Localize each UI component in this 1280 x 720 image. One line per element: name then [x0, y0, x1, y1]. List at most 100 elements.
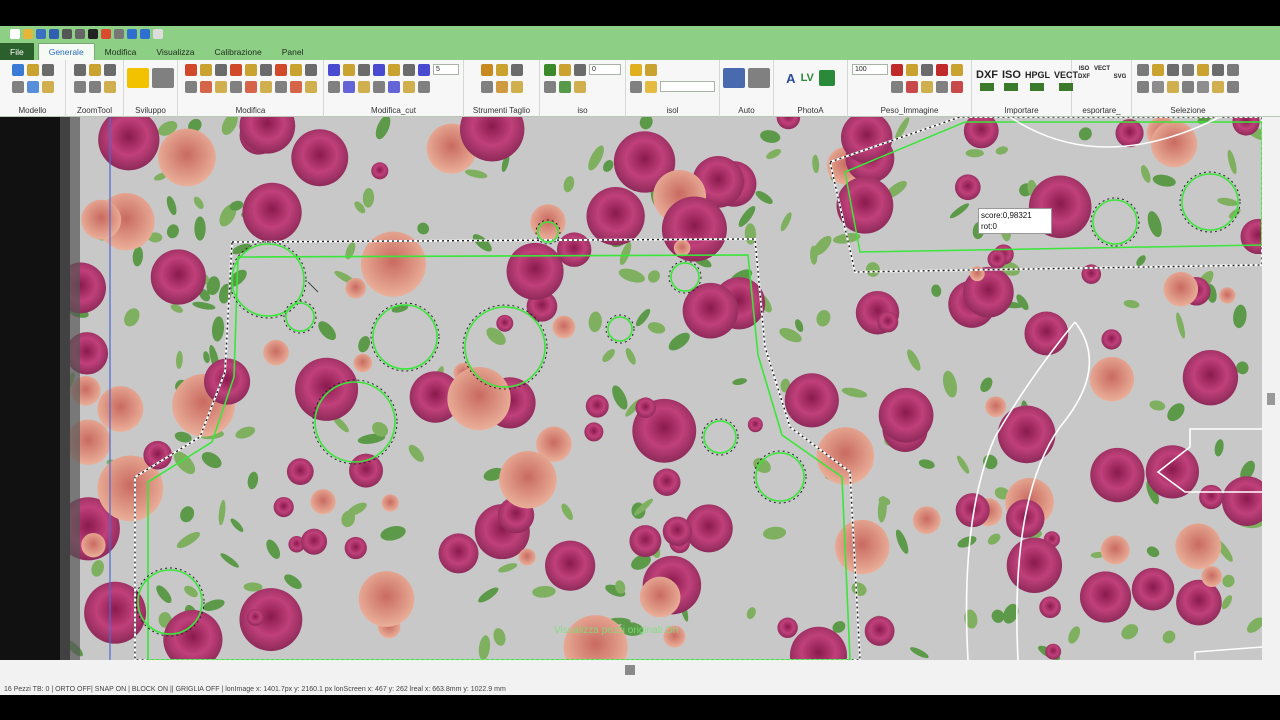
selezione-tool-13-icon[interactable]: [1227, 64, 1239, 76]
import-hpgl-button[interactable]: HPGL: [1025, 69, 1050, 91]
export-dxf-button[interactable]: DXF: [1076, 74, 1092, 80]
selezione-tool-8-icon[interactable]: [1182, 81, 1194, 93]
auto-tool-2-icon[interactable]: [748, 68, 770, 88]
modello-tool-4-icon[interactable]: [26, 81, 39, 93]
peso_immagine-tool-6-icon[interactable]: [921, 81, 933, 93]
selezione-tool-6-icon[interactable]: [1167, 81, 1179, 93]
help-icon[interactable]: [140, 29, 150, 39]
strumenti_taglio-tool-2-icon[interactable]: [480, 81, 493, 93]
peso_immagine-tool-5-icon[interactable]: [921, 64, 933, 76]
strumenti_taglio-tool-1-icon[interactable]: [480, 64, 493, 76]
modello-tool-5-icon[interactable]: [41, 64, 54, 76]
iso-tool-1-icon[interactable]: [544, 64, 556, 76]
peso_immagine-tool-2-icon[interactable]: [891, 81, 903, 93]
flag-icon[interactable]: [88, 29, 98, 39]
import-dxf-button[interactable]: DXF: [976, 69, 998, 91]
iso-tool-6-icon[interactable]: [574, 81, 586, 93]
tab-panel[interactable]: Panel: [272, 43, 314, 60]
modifica-tool-7-icon[interactable]: [229, 64, 242, 76]
modifica_cut-tool-11-icon[interactable]: [403, 64, 415, 76]
info-icon[interactable]: [127, 29, 137, 39]
tab-visualizza[interactable]: Visualizza: [146, 43, 204, 60]
modifica_cut-tool-12-icon[interactable]: [403, 81, 415, 93]
selezione-tool-4-icon[interactable]: [1152, 81, 1164, 93]
selezione-tool-1-icon[interactable]: [1137, 64, 1149, 76]
selezione-tool-5-icon[interactable]: [1167, 64, 1179, 76]
tab-file[interactable]: File: [0, 43, 34, 60]
print-preview-icon[interactable]: [75, 29, 85, 39]
sviluppo-tool-2-icon[interactable]: [152, 68, 174, 88]
modifica-tool-2-icon[interactable]: [184, 81, 197, 93]
horizontal-scrollbar[interactable]: [0, 660, 1280, 680]
vertical-scroll-thumb[interactable]: [1267, 393, 1275, 405]
auto-tool-1-icon[interactable]: [723, 68, 745, 88]
strumenti_taglio-tool-4-icon[interactable]: [495, 81, 508, 93]
peso_immagine-tool-4-icon[interactable]: [906, 81, 918, 93]
modifica-tool-11-icon[interactable]: [259, 64, 272, 76]
new-file-icon[interactable]: [10, 29, 20, 39]
modifica-tool-18-icon[interactable]: [304, 81, 317, 93]
export-svg-button[interactable]: SVG: [1112, 74, 1128, 80]
isol-tool-4-icon[interactable]: [645, 81, 657, 93]
strumenti_taglio-tool-3-icon[interactable]: [495, 64, 508, 76]
photoa-export-icon[interactable]: [818, 70, 835, 86]
modifica-tool-3-icon[interactable]: [199, 64, 212, 76]
modello-tool-3-icon[interactable]: [26, 64, 39, 76]
iso-tool-4-icon[interactable]: [559, 81, 571, 93]
isol-tool-1-icon[interactable]: [630, 64, 642, 76]
vertical-scrollbar[interactable]: [1262, 117, 1280, 660]
modifica_cut-tool-7-icon[interactable]: [373, 64, 385, 76]
peso_immagine-tool-9-icon[interactable]: [951, 64, 963, 76]
modifica-tool-6-icon[interactable]: [214, 81, 227, 93]
canvas-drawing[interactable]: [0, 117, 1262, 660]
modifica-tool-13-icon[interactable]: [274, 64, 287, 76]
modifica_cut-tool-13-icon[interactable]: [418, 64, 430, 76]
tab-modifica[interactable]: Modifica: [95, 43, 147, 60]
save-icon[interactable]: [36, 29, 46, 39]
selezione-tool-9-icon[interactable]: [1197, 64, 1209, 76]
selezione-tool-10-icon[interactable]: [1197, 81, 1209, 93]
zoomtool-tool-5-icon[interactable]: [103, 64, 116, 76]
strumenti_taglio-tool-5-icon[interactable]: [510, 64, 523, 76]
selezione-tool-3-icon[interactable]: [1152, 64, 1164, 76]
modifica-tool-5-icon[interactable]: [214, 64, 227, 76]
peso_immagine-tool-1-icon[interactable]: [891, 64, 903, 76]
gear-icon[interactable]: [114, 29, 124, 39]
modifica-tool-16-icon[interactable]: [289, 81, 302, 93]
print-icon[interactable]: [62, 29, 72, 39]
modello-tool-1-icon[interactable]: [11, 64, 24, 76]
photoa-text-tool[interactable]: A: [786, 71, 795, 86]
sviluppo-tool-1-icon[interactable]: [127, 68, 149, 88]
modello-tool-2-icon[interactable]: [11, 81, 24, 93]
iso-spinner[interactable]: 0: [589, 64, 621, 75]
zoomtool-tool-2-icon[interactable]: [73, 81, 86, 93]
peso_immagine-tool-7-icon[interactable]: [936, 64, 948, 76]
modifica-tool-9-icon[interactable]: [244, 64, 257, 76]
modifica-tool-15-icon[interactable]: [289, 64, 302, 76]
horizontal-scroll-thumb[interactable]: [625, 665, 635, 675]
peso-immagine-spinner[interactable]: 100: [852, 64, 888, 75]
modifica-tool-10-icon[interactable]: [244, 81, 257, 93]
iso-tool-5-icon[interactable]: [574, 64, 586, 76]
modifica-tool-8-icon[interactable]: [229, 81, 242, 93]
isol-tool-2-icon[interactable]: [630, 81, 642, 93]
selezione-tool-7-icon[interactable]: [1182, 64, 1194, 76]
dropdown-arrow-icon[interactable]: [153, 29, 163, 39]
modello-tool-6-icon[interactable]: [41, 81, 54, 93]
zoomtool-tool-6-icon[interactable]: [103, 81, 116, 93]
modifica-tool-14-icon[interactable]: [274, 81, 287, 93]
selezione-tool-14-icon[interactable]: [1227, 81, 1239, 93]
modifica_cut-tool-2-icon[interactable]: [328, 81, 340, 93]
selezione-tool-2-icon[interactable]: [1137, 81, 1149, 93]
modifica-tool-4-icon[interactable]: [199, 81, 212, 93]
modifica-tool-17-icon[interactable]: [304, 64, 317, 76]
modifica_cut-tool-9-icon[interactable]: [388, 64, 400, 76]
modifica-tool-1-icon[interactable]: [184, 64, 197, 76]
modifica_cut-tool-3-icon[interactable]: [343, 64, 355, 76]
save-all-icon[interactable]: [49, 29, 59, 39]
modifica-tool-12-icon[interactable]: [259, 81, 272, 93]
modifica_cut-tool-1-icon[interactable]: [328, 64, 340, 76]
export-iso-button[interactable]: ISO: [1076, 66, 1092, 72]
peso_immagine-tool-3-icon[interactable]: [906, 64, 918, 76]
peso_immagine-tool-8-icon[interactable]: [936, 81, 948, 93]
